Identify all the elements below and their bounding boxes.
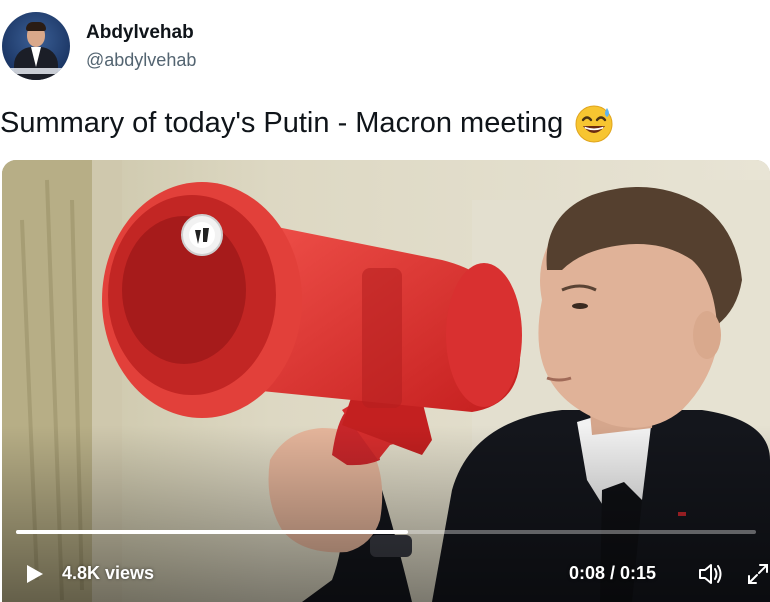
- video-time: 0:08 / 0:15: [569, 563, 657, 583]
- avatar[interactable]: [2, 12, 70, 80]
- fullscreen-icon[interactable]: [746, 562, 770, 586]
- video-progress-bar[interactable]: [16, 530, 756, 534]
- tweet-text: Summary of today's Putin - Macron meetin…: [0, 107, 564, 139]
- author-display-name[interactable]: Abdylvehab: [86, 21, 196, 45]
- author-names: Abdylvehab @abdylvehab: [86, 21, 196, 72]
- video-progress-fill: [16, 530, 409, 534]
- volume-icon[interactable]: [697, 561, 725, 587]
- author-handle[interactable]: @abdylvehab: [86, 48, 196, 72]
- tweet-text-block: Summary of today's Putin - Macron meetin…: [0, 100, 615, 146]
- video-frame: [2, 160, 770, 602]
- grinning-face-with-sweat-icon: [573, 102, 615, 144]
- view-count: 4.8K views: [62, 563, 155, 583]
- tweet-author[interactable]: Abdylvehab @abdylvehab: [0, 8, 196, 84]
- video-player[interactable]: 4.8K views 0:08 / 0:15: [2, 160, 770, 602]
- play-icon[interactable]: [22, 562, 46, 586]
- video-controls: 4.8K views 0:08 / 0:15: [2, 552, 770, 596]
- tweet-card: Abdylvehab @abdylvehab Summary of today'…: [0, 0, 770, 602]
